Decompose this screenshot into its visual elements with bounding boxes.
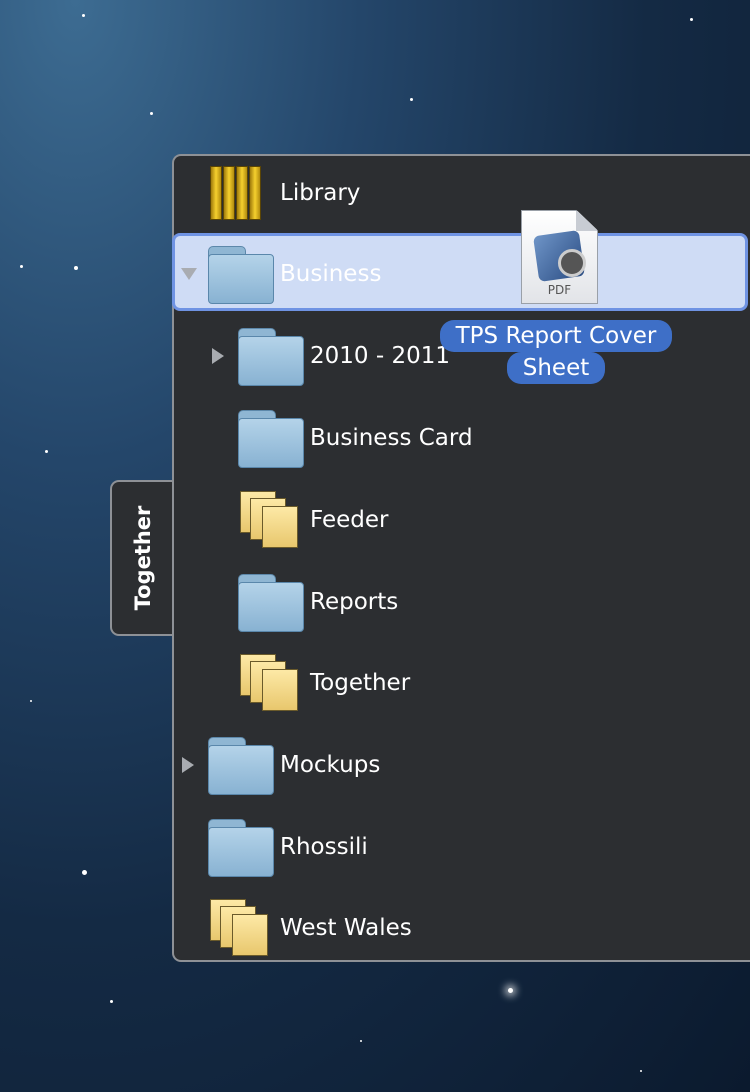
star <box>640 1070 642 1072</box>
tree-item-label: Library <box>280 180 361 206</box>
tree-item-business[interactable]: Business <box>0 242 750 306</box>
tree-item-label: Reports <box>310 589 399 615</box>
star <box>110 1000 113 1003</box>
star <box>360 1040 362 1042</box>
file-type-label: PDF <box>547 283 572 297</box>
library-books-icon <box>210 166 270 220</box>
stacked-documents-icon <box>240 491 302 549</box>
preview-lens-icon <box>558 249 586 277</box>
tree-item-library[interactable]: Library <box>0 161 750 225</box>
disclosure-triangle-collapsed-icon[interactable] <box>182 757 194 773</box>
tree-item-west-wales[interactable]: West Wales <box>0 896 750 960</box>
stacked-documents-icon <box>210 899 272 957</box>
dragged-file-name-line1: TPS Report Cover <box>439 320 673 352</box>
tree-item-business-card[interactable]: Business Card <box>0 406 750 470</box>
tree-item-together[interactable]: Together <box>0 651 750 715</box>
star <box>690 18 693 21</box>
tree-item-label: Mockups <box>280 752 381 778</box>
stacked-documents-icon <box>240 654 302 712</box>
tree-item-reports[interactable]: Reports <box>0 570 750 634</box>
dragged-file-name-line2: Sheet <box>506 352 606 384</box>
dragged-pdf-document[interactable]: PDF <box>521 210 598 304</box>
star <box>150 112 153 115</box>
tree-item-label: Feeder <box>310 507 389 533</box>
tree-item-rhossili[interactable]: Rhossili <box>0 815 750 879</box>
tree-item-mockups[interactable]: Mockups <box>0 733 750 797</box>
dragged-file-name: TPS Report Cover Sheet <box>420 320 692 384</box>
star <box>410 98 413 101</box>
disclosure-triangle-expanded-icon[interactable] <box>181 268 197 280</box>
tree-item-label: West Wales <box>280 915 412 941</box>
star-bright <box>508 988 513 993</box>
disclosure-triangle-collapsed-icon[interactable] <box>212 348 224 364</box>
star <box>82 14 85 17</box>
tree-item-label: Together <box>310 670 411 696</box>
tree-item-feeder[interactable]: Feeder <box>0 488 750 552</box>
tree-item-label: Business Card <box>310 425 473 451</box>
tree-item-label: Rhossili <box>280 834 368 860</box>
tree-item-label: Business <box>280 261 382 287</box>
